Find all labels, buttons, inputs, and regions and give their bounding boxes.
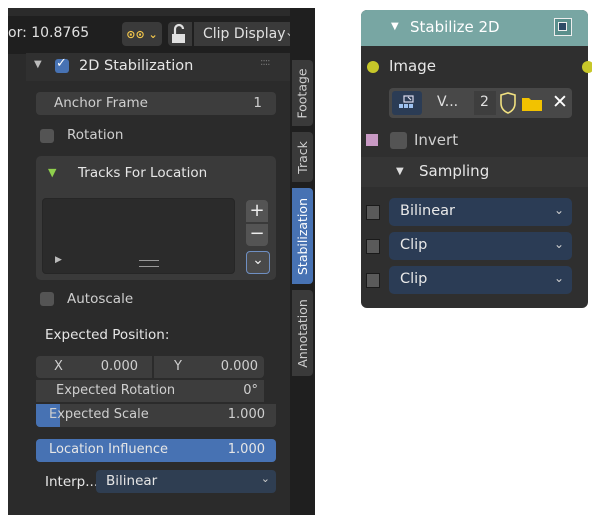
expected-position-label: Expected Position: [45, 327, 170, 343]
tab-stabilization[interactable]: Stabilization [292, 188, 313, 284]
movieclip-users-count[interactable]: 2 [474, 91, 496, 115]
list-specials-button[interactable]: ⌄ [246, 251, 270, 274]
sampling-label: Sampling [419, 162, 490, 180]
tracks-for-location-label: Tracks For Location [78, 165, 208, 181]
close-icon: ✕ [552, 91, 568, 113]
clip-display-dropdown[interactable]: Clip Display ⌄ [194, 22, 301, 46]
tab-footage[interactable]: Footage [292, 60, 313, 126]
location-influence-field[interactable]: Location Influence 1.000 [36, 439, 276, 462]
clip-editor-sidebar: or: 10.8765 ⊙⊙ ⌄ Clip Display ⌄ ▼ ✓ 2D S… [8, 8, 315, 515]
node-preview-icon[interactable] [554, 18, 572, 36]
filter-input-socket[interactable] [366, 205, 380, 220]
collapse-triangle-icon[interactable]: ▼ [34, 59, 42, 70]
chevron-down-icon: ⌄ [553, 237, 564, 251]
expected-y-field[interactable]: Y 0.000 [154, 356, 264, 378]
remove-track-button[interactable]: − [246, 224, 268, 246]
sidebar-tab-strip: Footage Track Stabilization Annotation [290, 8, 315, 515]
panel-title: 2D Stabilization [79, 58, 194, 74]
tracks-expand-triangle-icon[interactable]: ▼ [48, 166, 56, 179]
checkmark-icon: ✓ [56, 56, 67, 71]
open-folder-icon[interactable] [520, 91, 544, 115]
movieclip-name[interactable]: V... [437, 94, 458, 110]
play-icon[interactable]: ▶ [55, 255, 62, 265]
anchor-frame-field[interactable]: Anchor Frame 1 [36, 92, 276, 115]
list-resize-handle-icon[interactable] [139, 260, 159, 267]
stabilization-enable-checkbox[interactable]: ✓ [55, 56, 69, 73]
plus-icon: + [249, 200, 265, 221]
clip-y-dropdown[interactable]: Clip ⌄ [389, 266, 572, 294]
image-input-socket[interactable] [367, 61, 379, 73]
drag-handle-icon[interactable]: :::: [260, 57, 271, 68]
chevron-down-icon: ⌄ [553, 203, 564, 217]
autoscale-checkbox[interactable] [40, 292, 54, 306]
invert-label: Invert [414, 131, 459, 149]
image-socket-label: Image [389, 57, 436, 75]
node-collapse-triangle-icon[interactable]: ▼ [391, 21, 399, 32]
node-title: Stabilize 2D [410, 18, 500, 36]
interpolation-label: Interp... [45, 474, 99, 490]
movieclip-browse-button[interactable] [392, 91, 422, 115]
chevron-down-icon: ⌄ [553, 271, 564, 285]
unlink-clip-button[interactable]: ✕ [548, 91, 570, 115]
clip-x-input-socket[interactable] [366, 239, 380, 254]
tab-track[interactable]: Track [292, 132, 313, 182]
invert-input-socket[interactable] [366, 134, 378, 146]
chevron-down-icon: ⌄ [252, 252, 264, 268]
fake-user-shield-icon[interactable] [498, 91, 518, 115]
add-track-button[interactable]: + [246, 200, 268, 222]
interpolation-dropdown[interactable]: Bilinear ⌄ [96, 470, 276, 493]
expected-scale-field[interactable]: Expected Scale 1.000 [36, 404, 276, 427]
invert-checkbox[interactable] [390, 132, 407, 149]
factor-readout: or: 10.8765 [8, 25, 90, 41]
lock-icon [172, 23, 185, 43]
clip-x-dropdown[interactable]: Clip ⌄ [389, 232, 572, 260]
rotation-label: Rotation [67, 127, 124, 143]
rotation-checkbox[interactable] [40, 129, 54, 143]
expected-rotation-field[interactable]: Expected Rotation 0° [36, 380, 264, 402]
image-output-socket[interactable] [582, 61, 592, 73]
lock-button[interactable] [168, 22, 192, 46]
stabilize-2d-node[interactable]: ▼ Stabilize 2D Image V... 2 ✕ Invert ▼ S… [361, 10, 592, 308]
filter-type-dropdown[interactable]: Bilinear ⌄ [389, 198, 572, 226]
eye-icon: ⊙⊙ ⌄ [126, 27, 158, 41]
view-menu-button[interactable]: ⊙⊙ ⌄ [122, 22, 162, 46]
autoscale-label: Autoscale [67, 291, 134, 307]
sampling-collapse-triangle-icon[interactable]: ▼ [396, 166, 404, 177]
minus-icon: − [249, 223, 265, 244]
movieclip-icon [399, 95, 414, 108]
tab-annotation[interactable]: Annotation [292, 290, 313, 376]
clip-y-input-socket[interactable] [366, 273, 380, 288]
chevron-down-icon: ⌄ [260, 472, 270, 485]
expected-x-field[interactable]: X 0.000 [36, 356, 152, 378]
